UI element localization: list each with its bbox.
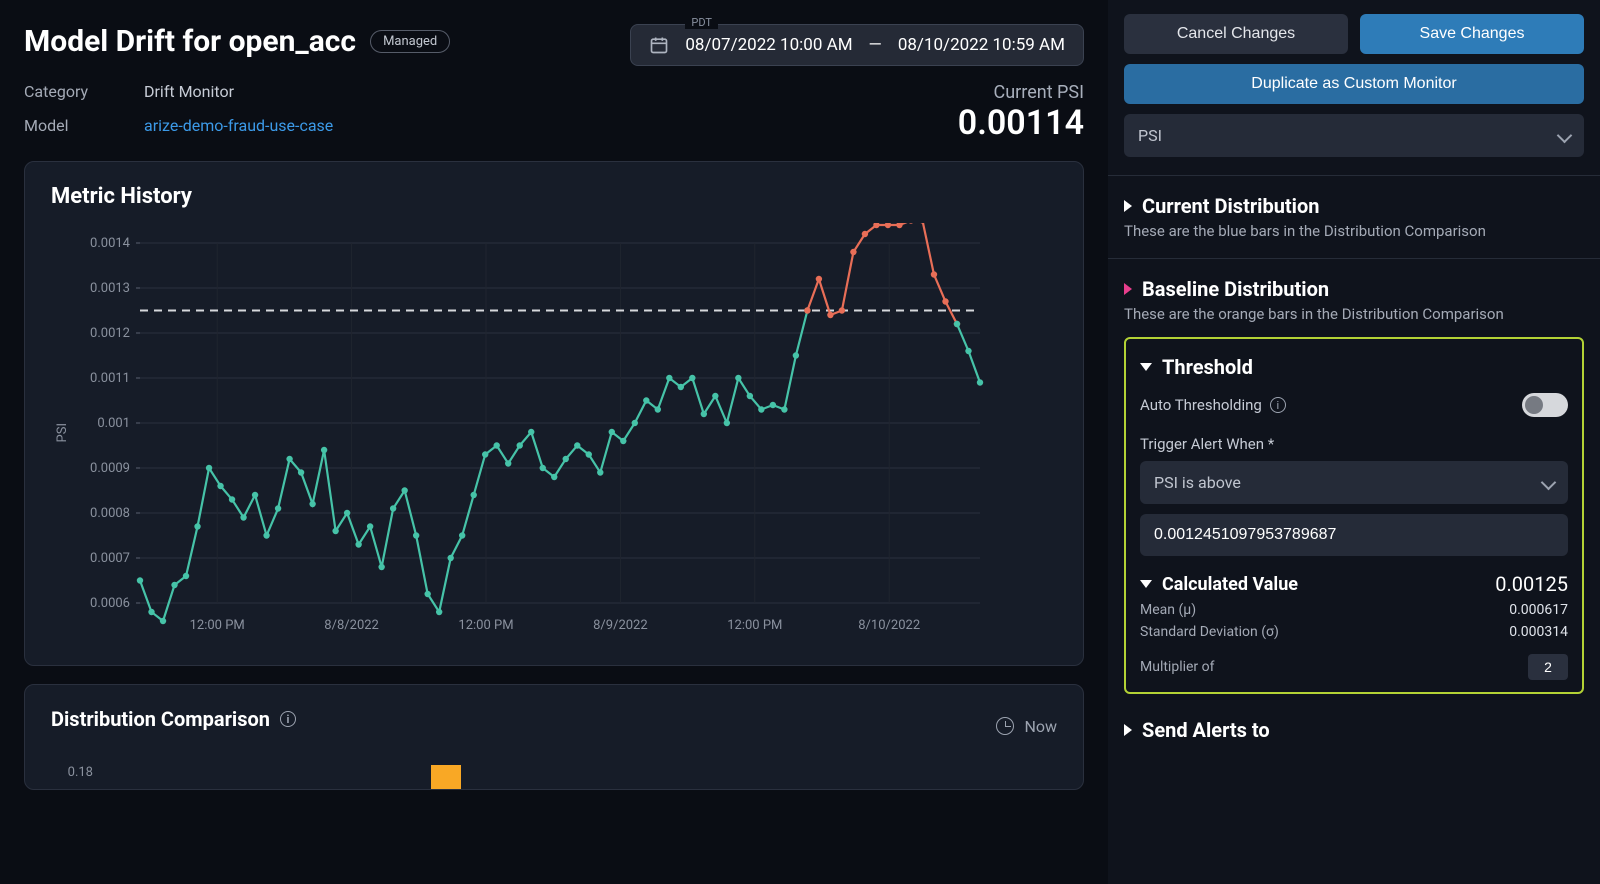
trigger-label: Trigger Alert When * <box>1140 435 1568 453</box>
svg-text:0.0014: 0.0014 <box>90 236 131 251</box>
svg-text:8/8/2022: 8/8/2022 <box>324 618 379 633</box>
threshold-value-input[interactable] <box>1140 514 1568 556</box>
svg-text:0.0009: 0.0009 <box>90 461 130 476</box>
expand-icon[interactable] <box>1124 724 1132 736</box>
managed-badge: Managed <box>370 30 450 53</box>
send-alerts-title: Send Alerts to <box>1142 718 1270 742</box>
save-button[interactable]: Save Changes <box>1360 14 1584 54</box>
mean-label: Mean (μ) <box>1140 602 1196 618</box>
dist-bar <box>431 765 461 789</box>
chevron-down-icon <box>1543 473 1554 492</box>
model-link[interactable]: arize-demo-fraud-use-case <box>144 116 333 144</box>
metric-history-chart: 0.0006 0.0007 0.0008 0.0009 0.001 0.0011 0.001… <box>70 223 1057 643</box>
date-from: 08/07/2022 10:00 AM <box>685 35 852 55</box>
cancel-button[interactable]: Cancel Changes <box>1124 14 1348 54</box>
date-to: 08/10/2022 10:59 AM <box>898 35 1065 55</box>
svg-text:0.0007: 0.0007 <box>90 551 130 566</box>
svg-text:0.0006: 0.0006 <box>90 596 130 611</box>
auto-threshold-label: Auto Thresholding <box>1140 396 1262 414</box>
current-dist-desc: These are the blue bars in the Distribut… <box>1124 222 1584 240</box>
timezone-label: PDT <box>685 16 718 29</box>
baseline-dist-desc: These are the orange bars in the Distrib… <box>1124 305 1584 323</box>
clock-icon <box>996 717 1014 735</box>
metric-select[interactable]: PSI <box>1124 114 1584 157</box>
threshold-title: Threshold <box>1162 355 1253 379</box>
date-range-picker[interactable]: PDT 08/07/2022 10:00 AM — 08/10/2022 10:… <box>630 24 1084 66</box>
svg-text:12:00 PM: 12:00 PM <box>190 618 245 633</box>
expand-icon[interactable] <box>1124 283 1132 295</box>
model-label: Model <box>24 116 144 144</box>
current-psi-value: 0.00114 <box>958 103 1084 143</box>
category-value: Drift Monitor <box>144 82 333 110</box>
now-label: Now <box>1024 717 1057 736</box>
std-label: Standard Deviation (σ) <box>1140 624 1279 640</box>
category-label: Category <box>24 82 144 110</box>
collapse-icon[interactable] <box>1140 363 1152 371</box>
calc-value: 0.00125 <box>1495 572 1568 596</box>
collapse-icon[interactable] <box>1140 580 1152 588</box>
svg-text:12:00 PM: 12:00 PM <box>727 618 782 633</box>
expand-icon[interactable] <box>1124 200 1132 212</box>
info-icon[interactable]: i <box>280 711 296 727</box>
svg-text:12:00 PM: 12:00 PM <box>458 618 513 633</box>
svg-text:0.0011: 0.0011 <box>90 371 130 386</box>
svg-text:0.001: 0.001 <box>97 416 130 431</box>
current-dist-title: Current Distribution <box>1142 194 1319 218</box>
svg-text:8/9/2022: 8/9/2022 <box>593 618 648 633</box>
multiplier-input[interactable] <box>1528 654 1568 680</box>
chevron-down-icon <box>1559 126 1570 145</box>
multiplier-label: Multiplier of <box>1140 659 1215 675</box>
svg-text:0.0012: 0.0012 <box>90 326 130 341</box>
page-title: Model Drift for open_acc <box>24 24 356 59</box>
metric-history-title: Metric History <box>51 184 1057 209</box>
y-axis-label: PSI <box>51 423 70 442</box>
trigger-condition-select[interactable]: PSI is above <box>1140 461 1568 504</box>
svg-text:8/10/2022: 8/10/2022 <box>858 618 920 633</box>
dist-comp-title: Distribution Comparison <box>51 707 270 731</box>
dist-y-tick: 0.18 <box>51 745 101 780</box>
auto-threshold-toggle[interactable] <box>1522 393 1568 417</box>
calendar-icon <box>649 35 669 55</box>
current-psi-label: Current PSI <box>958 82 1084 103</box>
date-separator: — <box>869 35 882 55</box>
svg-text:0.0008: 0.0008 <box>90 506 130 521</box>
svg-text:0.0013: 0.0013 <box>90 281 130 296</box>
threshold-panel: Threshold Auto Thresholding i Trigger Al… <box>1124 337 1584 694</box>
calc-value-title: Calculated Value <box>1162 574 1298 595</box>
mean-value: 0.000617 <box>1509 602 1568 618</box>
duplicate-button[interactable]: Duplicate as Custom Monitor <box>1124 64 1584 104</box>
info-icon[interactable]: i <box>1270 397 1286 413</box>
baseline-dist-title: Baseline Distribution <box>1142 277 1329 301</box>
std-value: 0.000314 <box>1509 624 1568 640</box>
